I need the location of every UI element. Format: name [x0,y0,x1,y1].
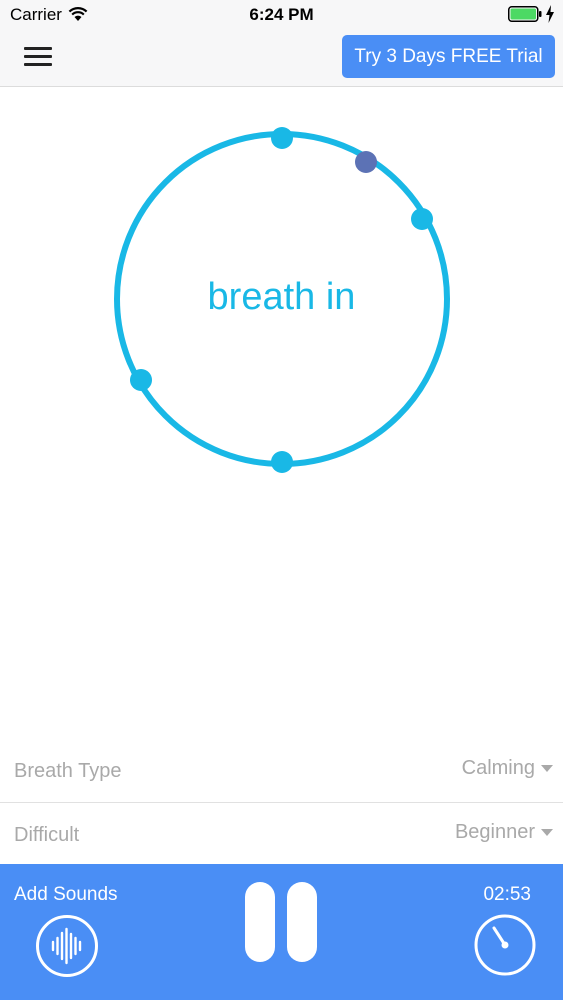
ring-marker-left [130,369,152,391]
hamburger-menu-icon[interactable] [22,44,54,68]
difficulty-label: Difficult [14,824,80,846]
chevron-down-icon [541,765,553,772]
control-bar: Add Sounds 02:53 [0,864,563,1000]
ring-marker-right [411,208,433,230]
free-trial-button[interactable]: Try 3 Days FREE Trial [342,35,555,78]
breath-animation: breath in [0,88,563,738]
breath-ring [114,127,450,473]
status-bar: Carrier 6:24 PM [0,0,563,30]
ring-marker-bottom [271,451,293,473]
charging-bolt-icon [546,5,554,23]
breath-type-row: Breath Type Calming [0,740,563,803]
breath-type-label: Breath Type [14,760,122,782]
sound-wave-icon [51,927,82,965]
status-time: 6:24 PM [249,5,314,24]
timer-display: 02:53 [483,884,531,905]
timer-button[interactable] [472,912,538,978]
add-sounds-label: Add Sounds [14,884,118,905]
chevron-down-icon [541,829,553,836]
breath-type-value: Calming [461,757,535,779]
add-sounds-button[interactable] [36,915,98,977]
battery-icon [508,6,542,22]
difficulty-dropdown[interactable]: Beginner [455,821,553,844]
timer-icon [474,914,536,976]
difficulty-value: Beginner [454,821,535,843]
difficulty-row: Difficult Beginner [0,804,563,867]
breath-progress-dot [355,151,377,173]
nav-bar: Try 3 Days FREE Trial [0,30,563,87]
breath-instruction: breath in [207,276,356,318]
pause-button[interactable] [242,882,322,966]
breath-type-dropdown[interactable]: Calming [462,757,553,780]
ring-marker-top [271,127,293,149]
